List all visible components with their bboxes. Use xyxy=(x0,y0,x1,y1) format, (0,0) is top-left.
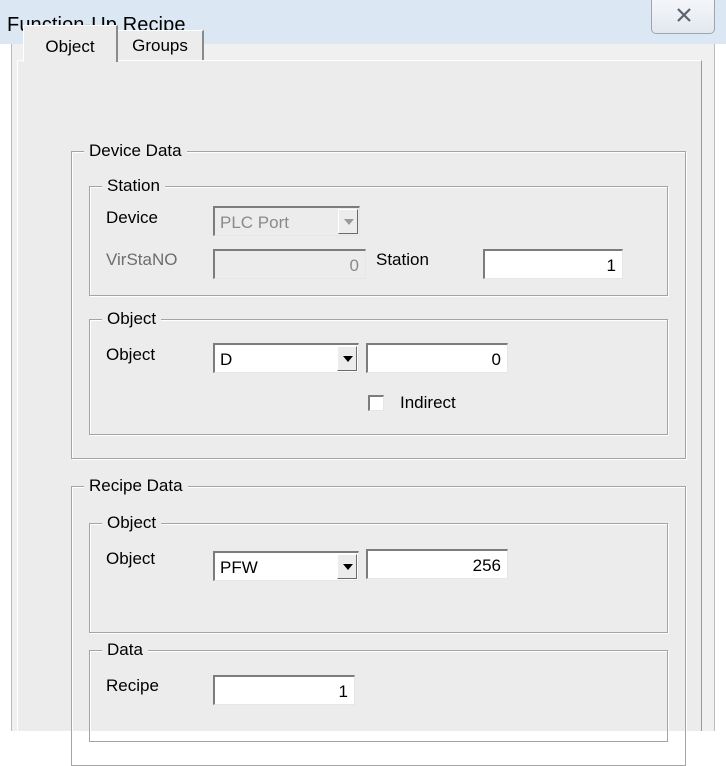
object-type-select[interactable]: D xyxy=(213,343,359,373)
recipe-object-legend: Object xyxy=(102,512,162,534)
station-label: Station xyxy=(376,250,429,269)
tab-groups[interactable]: Groups xyxy=(117,30,204,61)
station-field[interactable]: 1 xyxy=(483,249,623,279)
chevron-down-icon[interactable] xyxy=(338,209,358,234)
recipe-object-type-value: PFW xyxy=(220,558,258,577)
object-type-value: D xyxy=(220,350,233,369)
device-data-legend: Device Data xyxy=(84,140,187,162)
close-icon xyxy=(677,8,691,22)
chevron-down-icon[interactable] xyxy=(337,554,357,579)
recipe-label: Recipe xyxy=(106,676,159,695)
recipe-object-type-select[interactable]: PFW xyxy=(213,551,359,581)
recipe-object-label: Object xyxy=(106,549,156,568)
device-select-value: PLC Port xyxy=(220,213,289,232)
close-button[interactable] xyxy=(651,0,715,34)
station-group: Station xyxy=(89,175,668,296)
device-object-group: Object xyxy=(89,308,668,435)
tab-groups-label: Groups xyxy=(132,36,188,55)
station-legend: Station xyxy=(102,175,165,197)
recipe-data-legend: Recipe Data xyxy=(84,475,188,497)
device-label: Device xyxy=(106,208,158,227)
virstano-field[interactable]: 0 xyxy=(213,249,366,279)
recipe-data-subgroup: Data xyxy=(89,639,668,742)
recipe-object-address-field[interactable]: 256 xyxy=(366,549,508,579)
tab-panel-object: Device Data Station Device PLC Port VirS… xyxy=(17,60,702,766)
chevron-down-icon[interactable] xyxy=(337,346,357,371)
recipe-data-sublegend: Data xyxy=(102,639,148,661)
tab-object-label: Object xyxy=(45,37,95,56)
object-address-field[interactable]: 0 xyxy=(366,343,508,373)
tab-object[interactable]: Object xyxy=(23,25,118,62)
indirect-checkbox[interactable] xyxy=(368,395,384,411)
indirect-label[interactable]: Indirect xyxy=(400,392,456,414)
recipe-number-field[interactable]: 1 xyxy=(213,675,355,705)
device-select[interactable]: PLC Port xyxy=(213,206,360,236)
virstano-label: VirStaNO xyxy=(106,250,178,269)
object-label: Object xyxy=(106,345,156,364)
device-object-legend: Object xyxy=(102,308,162,330)
